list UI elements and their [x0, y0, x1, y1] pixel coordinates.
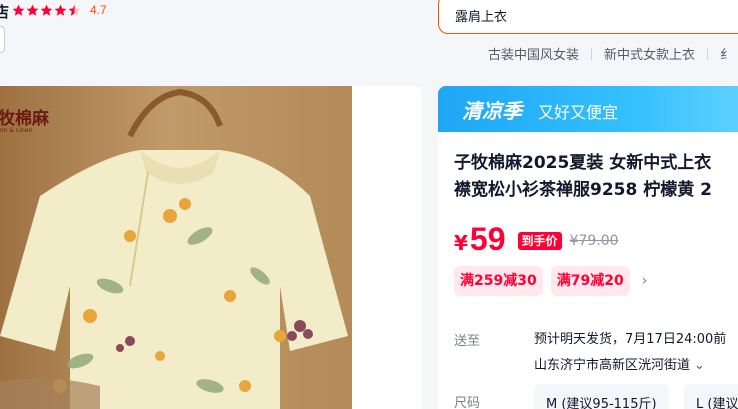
chevron-down-icon: ⌄ — [694, 358, 705, 373]
hot-search-item[interactable]: 古装中国风女装 — [488, 44, 579, 63]
product-title: 子牧棉麻2025夏装 女新中式上衣 襟宽松小衫茶禅服9258 柠檬黄 2 — [454, 150, 738, 204]
store-name[interactable]: 店 — [0, 1, 9, 22]
brand-subtitle: on & Linen — [0, 127, 33, 134]
final-price-badge: 到手价 — [517, 232, 562, 250]
search-box[interactable] — [438, 0, 738, 34]
season-banner[interactable]: 清凉季 又好又便宜 — [438, 86, 738, 132]
chevron-right-icon[interactable]: › — [642, 273, 648, 289]
product-photo — [0, 86, 422, 409]
rating-stars — [12, 4, 81, 17]
season-subtitle: 又好又便宜 — [538, 103, 619, 122]
product-info-panel: 清凉季 又好又便宜 子牧棉麻2025夏装 女新中式上衣 襟宽松小衫茶禅服9258… — [438, 86, 738, 409]
size-option[interactable]: L (建议 — [684, 384, 738, 409]
delivery-estimate: 预计明天发货，7月17日24:00前 — [534, 332, 727, 347]
star-icon — [26, 4, 39, 16]
delivery-label: 送至 — [454, 334, 481, 349]
hot-search-item[interactable]: 纟 — [720, 44, 733, 63]
star-icon — [54, 4, 67, 16]
coupon-badge[interactable]: 满259减30 — [454, 266, 543, 296]
search-input[interactable] — [455, 5, 715, 25]
price-value: 59 — [469, 221, 506, 257]
product-title-line: 子牧棉麻2025夏装 女新中式上衣 — [454, 153, 712, 173]
price-row: ¥ 59 到手价 ¥79.00 — [454, 222, 619, 256]
half-star-icon — [68, 4, 81, 16]
product-title-line: 襟宽松小衫茶禅服9258 柠檬黄 2 — [454, 180, 712, 200]
price-currency: ¥ — [454, 231, 468, 255]
product-main-image[interactable]: 牧棉麻 on & Linen — [0, 86, 422, 409]
delivery-address-text: 山东济宁市高新区洸河街道 — [534, 358, 691, 373]
divider — [591, 47, 593, 60]
hot-search-item[interactable]: 新中式女款上衣 — [604, 44, 695, 63]
hot-search-row: 古装中国风女装 新中式女款上衣 纟 — [488, 44, 733, 63]
divider — [707, 47, 709, 60]
delivery-address[interactable]: 山东济宁市高新区洸河街道 ⌄ — [534, 354, 705, 373]
star-icon — [40, 4, 53, 16]
store-rating: 4.7 — [90, 3, 107, 17]
original-price: ¥79.00 — [569, 233, 619, 249]
size-label: 尺码 — [454, 396, 481, 409]
size-option[interactable]: M (建议95-115斤) — [534, 384, 669, 409]
season-title: 清凉季 — [462, 99, 522, 123]
star-icon — [12, 4, 25, 16]
coupon-row: 满259减30 满79减20 › — [454, 266, 647, 296]
brand-logo: 牧棉麻 — [0, 109, 49, 129]
store-action-button[interactable] — [0, 26, 5, 53]
coupon-badge[interactable]: 满79减20 — [550, 266, 630, 296]
